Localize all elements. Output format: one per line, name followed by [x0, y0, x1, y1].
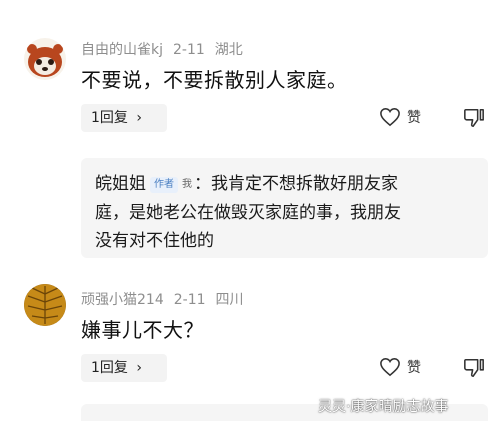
dislike-button[interactable]: [463, 107, 485, 133]
like-label: 赞: [407, 360, 421, 376]
comment-date: 2-11: [173, 292, 206, 308]
comment-date: 2-11: [173, 42, 205, 58]
author-badge: 作者: [150, 177, 178, 193]
heart-icon: [380, 108, 400, 127]
reply-line-1: 皖姐姐 作者我：我肯定不想拆散好朋友家: [95, 170, 474, 199]
view-replies-button[interactable]: 1回复 ›: [81, 104, 167, 132]
heart-icon: [380, 358, 400, 377]
username[interactable]: 顽强小猫214: [81, 292, 164, 308]
leaf-avatar-icon: [24, 284, 66, 326]
reply-text-3: 没有对不住他的: [95, 231, 214, 251]
avatar[interactable]: [24, 284, 66, 326]
avatar[interactable]: [24, 38, 66, 80]
like-button[interactable]: 赞: [379, 107, 421, 127]
dislike-button[interactable]: [463, 357, 485, 383]
watermark: 灵灵·康家晴励志故事: [318, 399, 449, 415]
reply-separator: ：: [194, 174, 211, 194]
reply-count-label: 1回复: [91, 360, 128, 376]
self-badge: 我: [182, 179, 192, 190]
thumbs-down-icon: [464, 108, 484, 128]
view-replies-button[interactable]: 1回复 ›: [81, 354, 167, 382]
chevron-right-icon: ›: [136, 360, 142, 376]
comment-meta: 顽强小猫214 2-11 四川: [81, 289, 254, 309]
comment-location: 四川: [215, 292, 244, 308]
like-label: 赞: [407, 110, 421, 126]
thumbs-down-icon: [464, 358, 484, 378]
chevron-right-icon: ›: [136, 110, 142, 126]
comment-location: 湖北: [214, 42, 243, 58]
reply-text-2: 庭，是她老公在做毁灭家庭的事，我朋友: [95, 203, 401, 223]
comment-meta: 自由的山雀kj 2-11 湖北: [81, 39, 253, 59]
reply-count-label: 1回复: [91, 110, 128, 126]
reply-text-1: 我肯定不想拆散好朋友家: [211, 174, 398, 194]
comment-text: 不要说，不要拆散别人家庭。: [81, 68, 348, 92]
comment-text: 嫌事儿不大？: [81, 318, 204, 342]
reply-author[interactable]: 皖姐姐: [95, 174, 146, 194]
username[interactable]: 自由的山雀kj: [81, 42, 163, 58]
author-reply[interactable]: 皖姐姐 作者我：我肯定不想拆散好朋友家 庭，是她老公在做毁灭家庭的事，我朋友 没有…: [81, 158, 488, 258]
like-button[interactable]: 赞: [379, 357, 421, 377]
red-panda-avatar-icon: [24, 38, 66, 80]
